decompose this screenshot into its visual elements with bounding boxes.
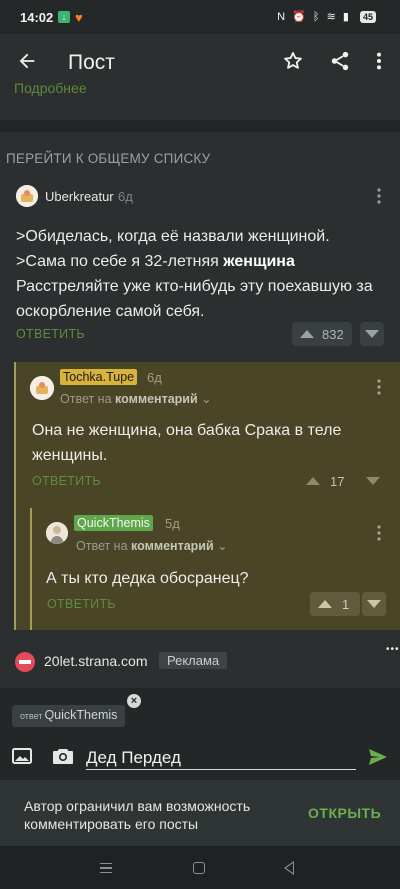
reply-to-prefix: Ответ на xyxy=(76,539,132,553)
ad-badge: Реклама xyxy=(159,652,228,669)
close-icon[interactable]: × xyxy=(127,694,141,708)
ad-site[interactable]: 20let.strana.com xyxy=(44,653,148,669)
comment-body: >Обиделась, когда её назвали женщиной. >… xyxy=(16,224,394,324)
comment-age: 6д xyxy=(147,370,162,385)
reply-to-prefix: Ответ на xyxy=(60,392,116,406)
nfc-icon: N xyxy=(277,11,288,23)
reply-button[interactable]: ОТВЕТИТЬ xyxy=(32,474,101,488)
reply-button[interactable]: ОТВЕТИТЬ xyxy=(16,327,85,341)
restriction-message: Автор ограничил вам возможность комменти… xyxy=(24,798,251,832)
comment-line: >Сама по себе я 32-летняя женщина xyxy=(16,249,394,274)
thread-indent-line[interactable] xyxy=(30,508,32,630)
section-divider xyxy=(0,120,400,132)
avatar-image-icon xyxy=(16,185,38,207)
avatar-image-icon xyxy=(46,522,68,544)
upvote-icon xyxy=(300,330,314,338)
reply-chip-prefix: ответ xyxy=(20,711,43,721)
upvote-button[interactable]: 832 xyxy=(292,322,352,346)
image-icon[interactable] xyxy=(12,748,32,764)
chevron-down-icon: ⌄ xyxy=(217,539,228,553)
comment-menu-icon[interactable] xyxy=(376,524,382,542)
downvote-icon xyxy=(367,600,381,608)
star-icon[interactable] xyxy=(282,50,304,72)
ad-logo-icon xyxy=(15,652,35,672)
comment-age: 5д xyxy=(165,516,180,531)
chevron-down-icon: ⌄ xyxy=(201,392,212,406)
go-to-all-comments-link[interactable]: ПЕРЕЙТИ К ОБЩЕМУ СПИСКУ xyxy=(6,151,210,166)
wifi-icon: ≋ xyxy=(326,11,338,23)
share-icon[interactable] xyxy=(329,50,351,72)
reply-button[interactable]: ОТВЕТИТЬ xyxy=(47,597,116,611)
comment-username[interactable]: QuickThemis xyxy=(74,515,153,531)
vote-count: 832 xyxy=(322,327,344,342)
comment-line: Расстреляйте уже кто-нибудь эту поехавшу… xyxy=(16,278,373,320)
signal-icon: ▮ xyxy=(342,11,351,23)
app-screen: 14:02 ↓ ♥ N ⏰ ᛒ ≋ ▮ 45 Пост Подробнее ПЕ… xyxy=(0,0,400,889)
reply-to-target: комментарий xyxy=(115,392,198,406)
alarm-icon: ⏰ xyxy=(292,11,308,23)
avatar[interactable] xyxy=(30,376,54,400)
camera-icon[interactable] xyxy=(52,746,74,766)
comment-line-text: >Сама по себе я 32-летняя xyxy=(16,253,224,270)
download-icon: ↓ xyxy=(58,11,70,23)
comment-age: 6д xyxy=(118,189,133,204)
nested-reply: QuickThemis 5д Ответ на комментарий ⌄ А … xyxy=(30,508,400,630)
comment-composer: ответ QuickThemis × xyxy=(0,688,400,780)
upvote-icon xyxy=(318,600,332,608)
status-icons: N ⏰ ᛒ ≋ ▮ 45 xyxy=(277,10,376,23)
open-button[interactable]: ОТКРЫТЬ xyxy=(308,805,381,821)
page-title: Пост xyxy=(68,51,115,74)
recent-apps-icon[interactable] xyxy=(100,863,112,873)
ad-banner[interactable]: 20let.strana.com Реклама ••• xyxy=(0,636,400,688)
reply-target-chip: ответ QuickThemis xyxy=(12,705,126,727)
comment-body: А ты кто дедка обосранец? xyxy=(46,570,249,587)
reply-thread: Tochka.Tupe 6д Ответ на комментарий ⌄ Он… xyxy=(14,362,400,630)
reply-chip-user: QuickThemis xyxy=(44,708,118,722)
comment-menu-icon[interactable] xyxy=(376,187,382,205)
more-vert-icon[interactable] xyxy=(371,50,387,72)
upvote-icon[interactable] xyxy=(306,477,320,485)
reply-to-label[interactable]: Ответ на комментарий ⌄ xyxy=(76,538,228,553)
battery-icon: 45 xyxy=(359,11,376,23)
reply-to-target: комментарий xyxy=(131,539,214,553)
post-more-link[interactable]: Подробнее xyxy=(14,80,87,96)
status-time: 14:02 xyxy=(20,10,54,25)
avatar[interactable] xyxy=(46,522,68,544)
downvote-icon xyxy=(365,330,379,338)
status-bar: 14:02 ↓ ♥ N ⏰ ᛒ ≋ ▮ 45 xyxy=(0,0,400,34)
comment-input[interactable] xyxy=(86,746,356,770)
thread-indent-line[interactable] xyxy=(14,362,16,630)
reply-to-label[interactable]: Ответ на комментарий ⌄ xyxy=(60,391,212,406)
avatar[interactable] xyxy=(16,185,38,207)
system-nav-bar xyxy=(0,846,400,889)
ad-menu-icon[interactable]: ••• xyxy=(386,644,400,655)
vote-count: 1 xyxy=(342,597,350,612)
home-icon[interactable] xyxy=(193,862,205,874)
bluetooth-icon: ᛒ xyxy=(312,11,322,23)
comment-body: Она не женщина, она бабка Срака в теле ж… xyxy=(32,422,342,464)
send-icon[interactable] xyxy=(368,748,388,766)
comment-username[interactable]: Tochka.Tupe xyxy=(60,369,138,385)
downvote-button[interactable] xyxy=(362,592,386,616)
downvote-icon[interactable] xyxy=(366,477,380,485)
system-back-icon[interactable] xyxy=(284,861,294,875)
restriction-banner: Автор ограничил вам возможность комменти… xyxy=(0,780,400,846)
vote-count: 17 xyxy=(330,474,345,489)
comment-line-bold: женщина xyxy=(223,253,295,270)
upvote-button[interactable]: 1 xyxy=(310,592,360,616)
heart-app-icon: ♥ xyxy=(75,10,83,25)
comment-menu-icon[interactable] xyxy=(376,378,382,396)
comment-username[interactable]: Uberkreatur xyxy=(45,189,114,204)
avatar-image-icon xyxy=(30,376,54,400)
comment-line: >Обиделась, когда её назвали женщиной. xyxy=(16,228,330,245)
downvote-button[interactable] xyxy=(360,322,384,346)
back-arrow-icon[interactable] xyxy=(16,50,38,72)
